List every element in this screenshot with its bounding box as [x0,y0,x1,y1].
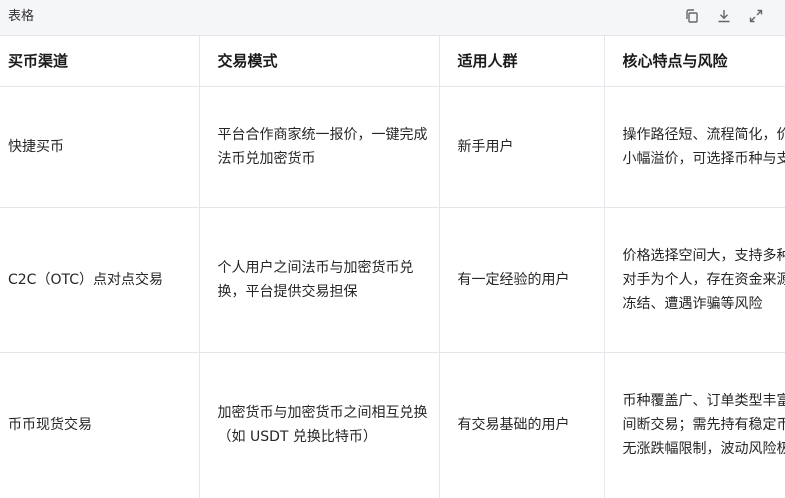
cell-mode: 个人用户之间法币与加密货币兑换，平台提供交易担保 [199,207,440,353]
cell-users: 有一定经验的用户 [439,207,605,353]
table-row: C2C（OTC）点对点交易 个人用户之间法币与加密货币兑换，平台提供交易担保 有… [0,207,785,353]
header-risk: 核心特点与风险 [604,36,785,87]
cell-risk: 币种覆盖广、订单类型丰富，7×24 小时不间断交易；需先持有稳定币才能操作，价格… [604,352,785,498]
download-icon[interactable] [715,7,733,25]
header-mode: 交易模式 [199,36,440,87]
cell-channel: C2C（OTC）点对点交易 [0,207,200,353]
table-row: 币币现货交易 加密货币与加密货币之间相互兑换（如 USDT 兑换比特币） 有交易… [0,352,785,498]
cell-channel: 快捷买币 [0,86,200,208]
cell-users: 新手用户 [439,86,605,208]
expand-icon[interactable] [747,7,765,25]
cell-users: 有交易基础的用户 [439,352,605,498]
copy-icon[interactable] [683,7,701,25]
table-header-row: 买币渠道 交易模式 适用人群 核心特点与风险 [0,36,785,87]
table-scroll-area[interactable]: 买币渠道 交易模式 适用人群 核心特点与风险 快捷买币 平台合作商家统一报价，一… [0,36,785,498]
data-table: 买币渠道 交易模式 适用人群 核心特点与风险 快捷买币 平台合作商家统一报价，一… [0,36,785,498]
header-channel: 买币渠道 [0,36,200,87]
cell-risk: 操作路径短、流程简化，价通常比市场价有小幅溢价，可选择币种与支付方式有限 [604,86,785,208]
cell-mode: 加密货币与加密货币之间相互兑换（如 USDT 兑换比特币） [199,352,440,498]
toolbar-title: 表格 [8,9,35,24]
table-row: 快捷买币 平台合作商家统一报价，一键完成法币兑加密货币 新手用户 操作路径短、流… [0,86,785,208]
header-users: 适用人群 [439,36,605,87]
table-toolbar: 表格 [0,0,785,36]
cell-mode: 平台合作商家统一报价，一键完成法币兑加密货币 [199,86,440,208]
cell-risk: 价格选择空间大，支持多种支付方式；交易对手为个人，存在资金来源异常导致银行卡冻结… [604,207,785,353]
cell-channel: 币币现货交易 [0,352,200,498]
